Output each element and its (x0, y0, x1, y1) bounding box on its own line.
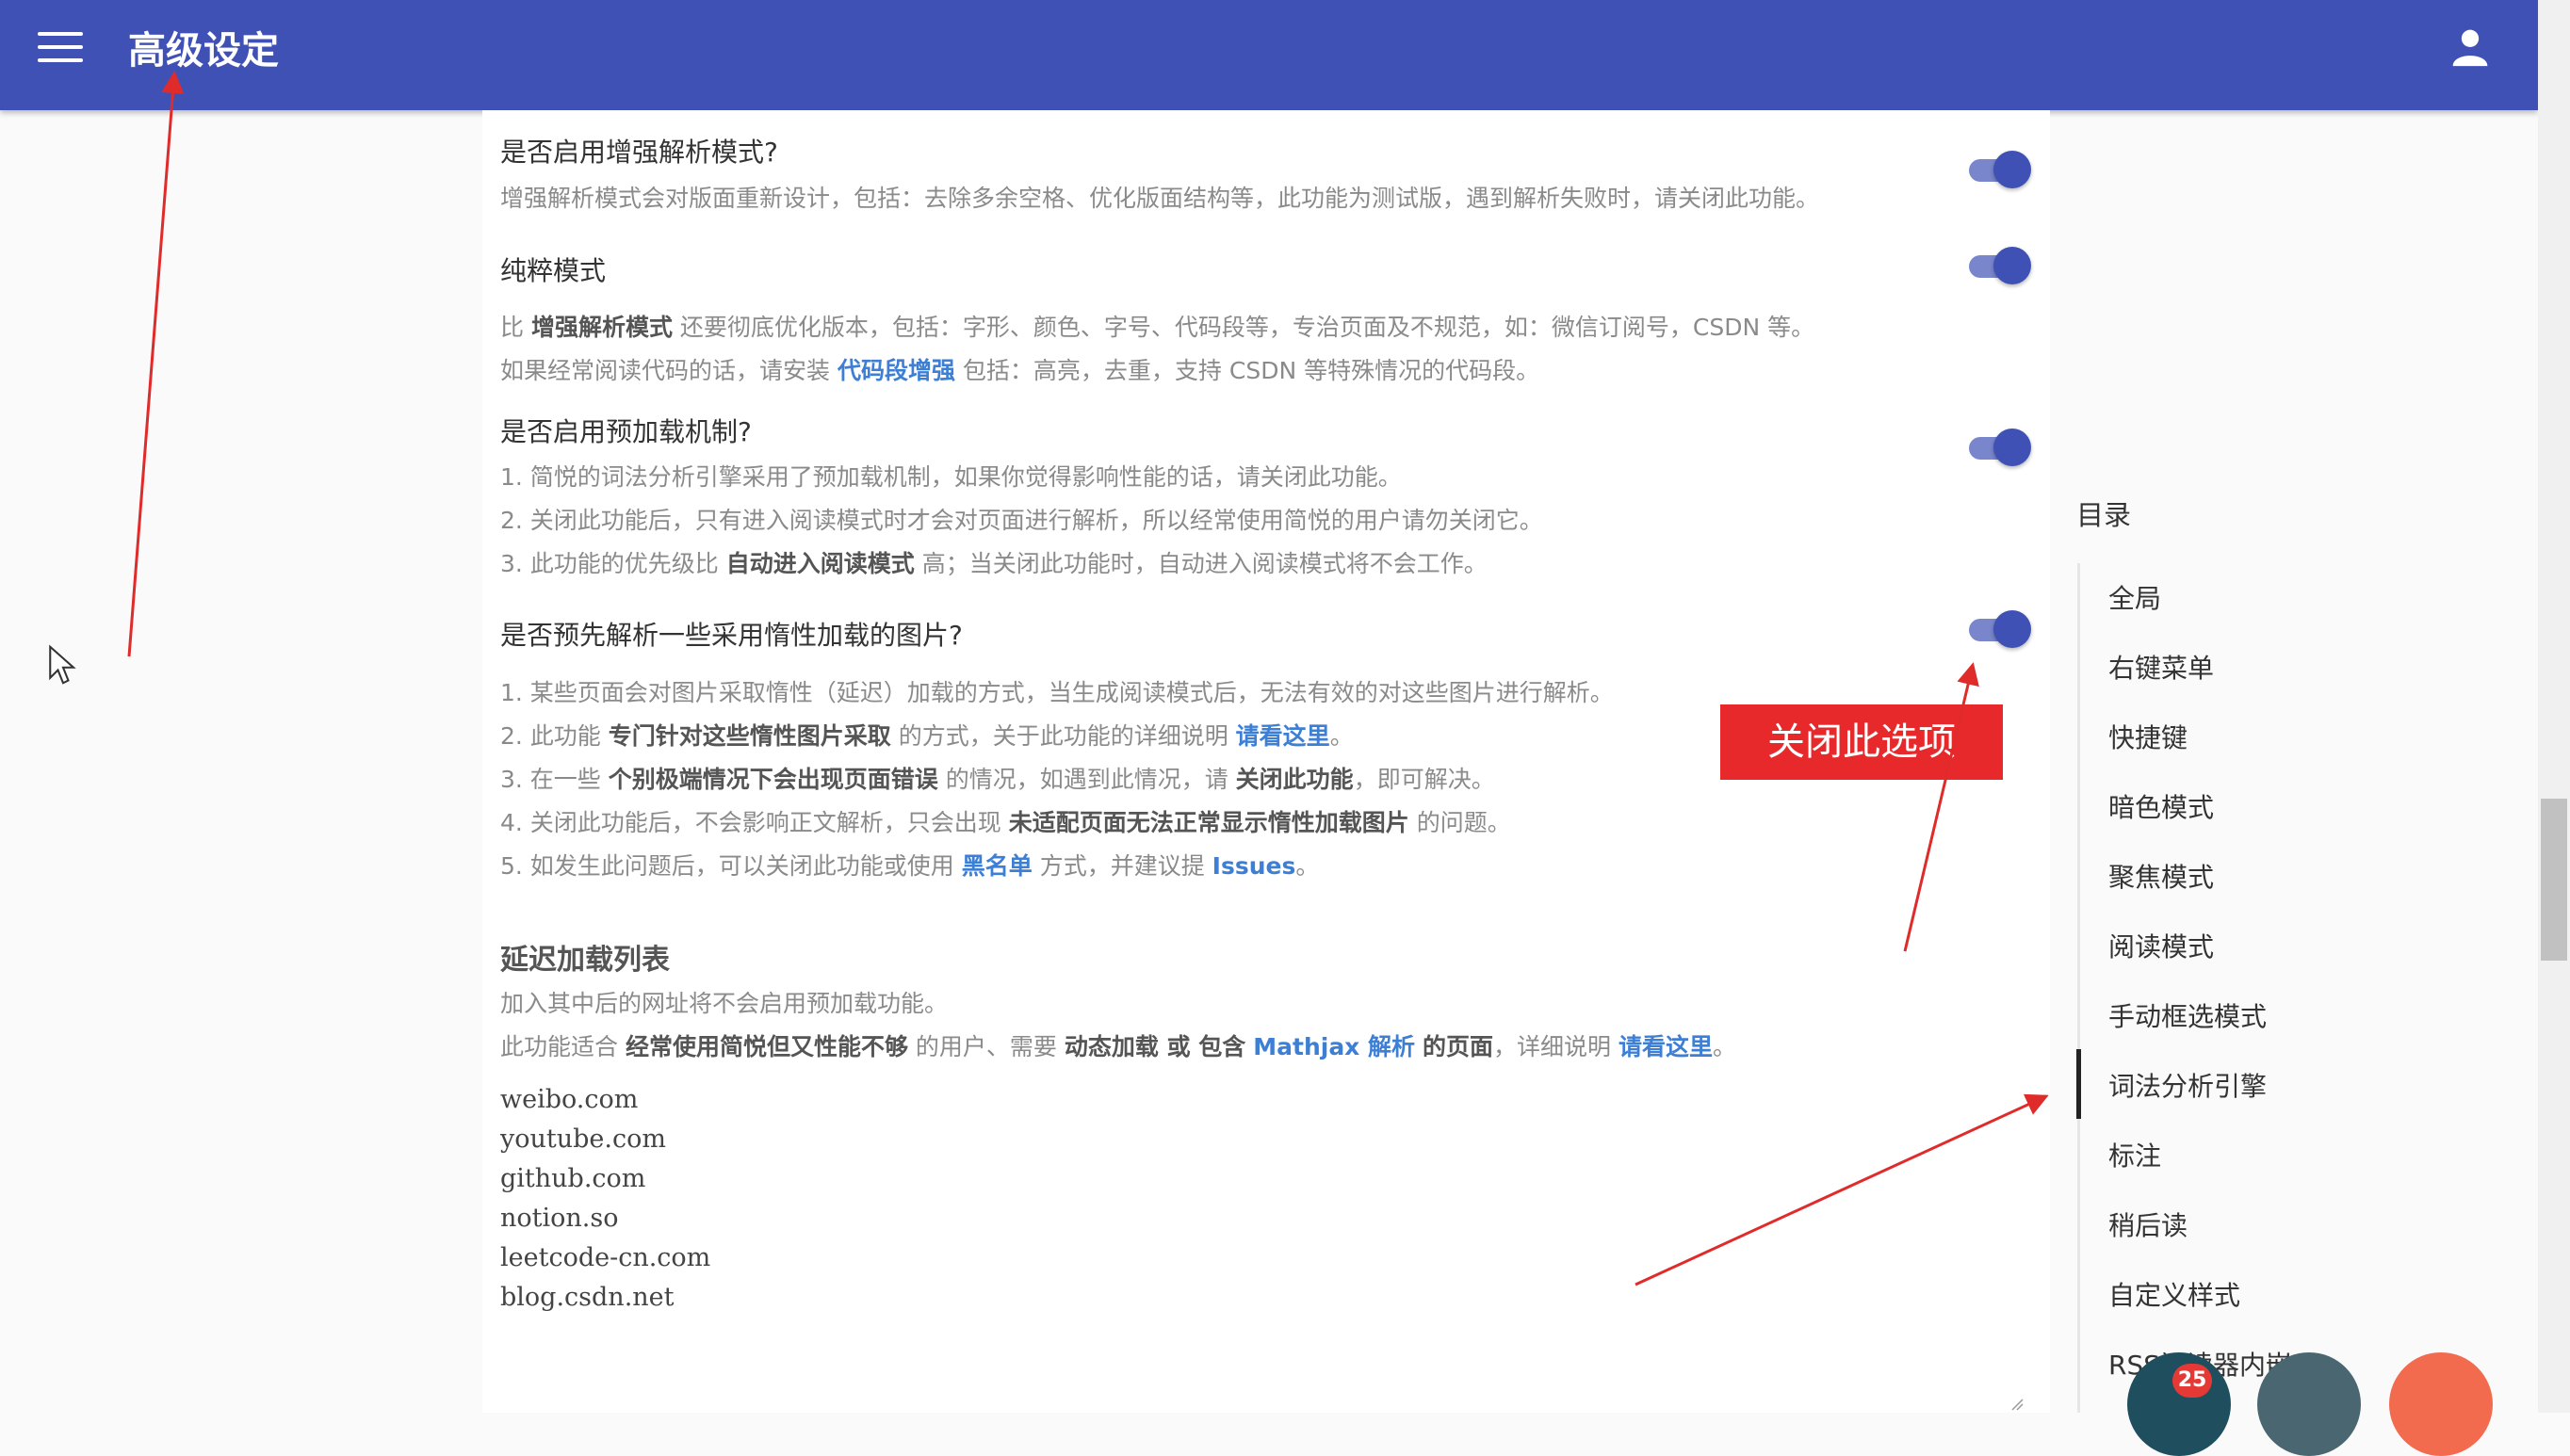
setting-desc-line: 1. 简悦的词法分析引擎采用了预加载机制，如果你觉得影响性能的话，请关闭此功能。 (500, 463, 1402, 491)
emphasis-text: 个别极端情况下会出现页面错误 (608, 766, 938, 793)
annotation-callout: 关闭此选项 (1720, 704, 2003, 780)
emphasis-text: 关闭此功能 (1235, 766, 1354, 793)
notification-badge: 25 (2172, 1364, 2212, 1398)
pure-mode-toggle[interactable] (1965, 247, 2031, 284)
setting-desc-line: 2. 此功能 专门针对这些惰性图片采取 的方式，关于此功能的详细说明 请看这里。 (500, 722, 1354, 750)
doc-link[interactable]: Issues (1212, 852, 1296, 880)
toc-item-annotations[interactable]: 标注 (2108, 1136, 2161, 1173)
toc-item-manual-select[interactable]: 手动框选模式 (2108, 996, 2267, 1034)
site-entry: github.com (500, 1164, 646, 1193)
toc-item-read-mode[interactable]: 阅读模式 (2108, 927, 2214, 964)
setting-desc-line: 3. 在一些 个别极端情况下会出现页面错误 的情况，如遇到此情况，请 关闭此功能… (500, 766, 1495, 793)
doc-link[interactable]: 代码段增强 (838, 357, 955, 384)
scrollbar-thumb[interactable] (2541, 799, 2567, 961)
toc-rail (2077, 563, 2080, 1413)
site-entry: youtube.com (500, 1124, 666, 1154)
setting-desc-line: 3. 此功能的优先级比 自动进入阅读模式 高；当关闭此功能时，自动进入阅读模式将… (500, 550, 1488, 577)
setting-desc-line: 如果经常阅读代码的话，请安装 代码段增强 包括：高亮，去重，支持 CSDN 等特… (500, 357, 1540, 384)
site-entry: notion.so (500, 1204, 619, 1233)
emphasis-text: 未适配页面无法正常显示惰性加载图片 (1008, 809, 1409, 836)
account-icon[interactable] (2449, 26, 2491, 68)
settings-fab[interactable] (2257, 1352, 2361, 1456)
toc-item-custom-style[interactable]: 自定义样式 (2108, 1275, 2240, 1313)
scrollbar-track[interactable] (2538, 0, 2570, 1413)
toc-item-lexer-engine[interactable]: 词法分析引擎 (2108, 1066, 2267, 1104)
toc-active-indicator (2076, 1049, 2081, 1119)
toc-item-context-menu[interactable]: 右键菜单 (2108, 648, 2214, 686)
toc-item-read-later[interactable]: 稍后读 (2108, 1205, 2188, 1243)
delay-list-heading: 延迟加载列表 (500, 944, 670, 977)
resize-grip-icon[interactable] (2010, 1398, 2024, 1411)
page-title: 高级设定 (128, 29, 279, 73)
emphasis-text: 动态加载 或 包含 (1064, 1033, 1246, 1060)
setting-desc-line: 1. 某些页面会对图片采取惰性（延迟）加载的方式，当生成阅读模式后，无法有效的对… (500, 679, 1614, 706)
preload-toggle[interactable] (1965, 429, 2031, 466)
mouse-cursor-icon (49, 644, 76, 685)
setting-desc-line: 5. 如发生此问题后，可以关闭此功能或使用 黑名单 方式，并建议提 Issues… (500, 852, 1320, 880)
menu-icon[interactable] (38, 32, 83, 62)
lazy-images-toggle[interactable] (1965, 610, 2031, 648)
toc-item-shortcuts[interactable]: 快捷键 (2108, 718, 2188, 755)
setting-title-lazy-images: 是否预先解析一些采用惰性加载的图片? (500, 620, 963, 651)
toc-title: 目录 (2076, 499, 2132, 531)
setting-desc-line: 比 增强解析模式 还要彻底优化版本，包括：字形、颜色、字号、代码段等，专治页面及… (500, 314, 1815, 341)
enhanced-parse-toggle[interactable] (1965, 151, 2031, 188)
toc-item-global[interactable]: 全局 (2108, 578, 2161, 616)
emphasis-text: 的页面 (1422, 1033, 1493, 1060)
setting-desc-line: 2. 关闭此功能后，只有进入阅读模式时才会对页面进行解析，所以经常使用简悦的用户… (500, 507, 1543, 534)
site-entry: blog.csdn.net (500, 1283, 675, 1312)
site-entry: leetcode-cn.com (500, 1243, 711, 1272)
toc-item-focus-mode[interactable]: 聚焦模式 (2108, 857, 2214, 895)
setting-title-preload: 是否启用预加载机制? (500, 416, 752, 447)
doc-link[interactable]: 请看这里 (1618, 1033, 1713, 1060)
setting-desc-line: 4. 关闭此功能后，不会影响正文解析，只会出现 未适配页面无法正常显示惰性加载图… (500, 809, 1511, 836)
toc-item-dark-mode[interactable]: 暗色模式 (2108, 787, 2214, 825)
action-fab[interactable] (2389, 1352, 2493, 1456)
site-entry: weibo.com (500, 1085, 639, 1114)
doc-link[interactable]: 黑名单 (962, 852, 1033, 880)
setting-title-pure-mode: 纯粹模式 (500, 255, 607, 286)
doc-link[interactable]: Mathjax 解析 (1253, 1033, 1415, 1060)
app-bar: 高级设定 (0, 0, 2538, 110)
emphasis-text: 专门针对这些惰性图片采取 (608, 722, 891, 750)
setting-desc-line: 增强解析模式会对版面重新设计，包括：去除多余空格、优化版面结构等，此功能为测试版… (500, 185, 1820, 212)
setting-title-enhanced-parse: 是否启用增强解析模式? (500, 137, 778, 168)
arrow-to-title (127, 71, 185, 657)
delay-desc-line: 加入其中后的网址将不会启用预加载功能。 (500, 990, 949, 1017)
emphasis-text: 自动进入阅读模式 (725, 550, 915, 577)
emphasis-text: 增强解析模式 (530, 314, 673, 341)
doc-link[interactable]: 请看这里 (1236, 722, 1330, 750)
emphasis-text: 经常使用简悦但又性能不够 (625, 1033, 908, 1060)
delay-desc-line: 此功能适合 经常使用简悦但又性能不够 的用户、需要 动态加载 或 包含 Math… (500, 1033, 1736, 1060)
